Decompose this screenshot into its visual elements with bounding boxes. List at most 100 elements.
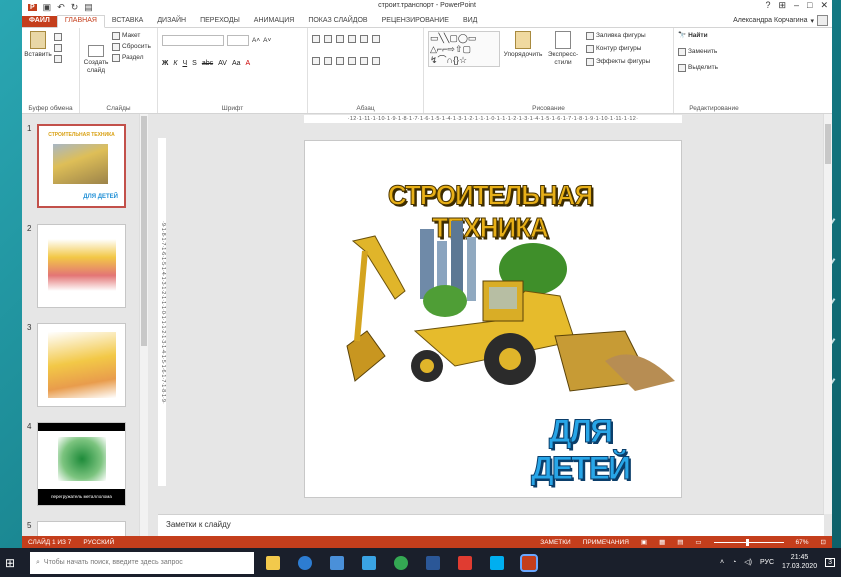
text-direction-icon[interactable] [372,35,380,43]
shape-fill-button[interactable]: Заливка фигуры [586,31,650,41]
maximize-button[interactable]: □ [807,0,812,11]
store-icon[interactable] [330,555,344,570]
clock[interactable]: 21:45 17.03.2020 [782,553,817,571]
slide-thumbnail[interactable]: СТРОИТЕЛЬНАЯ ТЕХНИКА ДЛЯ ДЕТЕЙ [37,124,126,208]
change-case-button[interactable]: Aa [232,60,241,67]
copy-icon[interactable] [54,44,62,52]
new-slide-button[interactable]: Создать слайд [84,45,108,75]
zoom-slider[interactable] [713,538,784,546]
zoom-level[interactable]: 67% [796,539,809,546]
reset-button[interactable]: Сбросить [112,42,151,52]
normal-view-icon[interactable]: ▣ [641,538,647,546]
notes-pane[interactable]: Заметки к слайду [158,514,824,536]
input-language[interactable]: РУС [760,559,774,566]
editor-scrollbar[interactable] [823,114,832,514]
numbering-icon[interactable] [324,35,332,43]
align-text-icon[interactable] [372,57,380,65]
arrange-button[interactable]: Упорядочить [504,31,542,67]
chrome-icon[interactable] [394,555,408,570]
tab-review[interactable]: РЕЦЕНЗИРОВАНИЕ [375,16,456,27]
scroll-thumb[interactable] [141,116,147,346]
font-size-select[interactable] [227,35,249,46]
current-slide[interactable]: СТРОИТЕЛЬНАЯ ТЕХНИКА ДЛЯ ДЕТЕЙ [304,140,682,498]
shape-effects-button[interactable]: Эффекты фигуры [586,57,650,67]
thumb-number: 1 [27,124,32,133]
shapes-gallery[interactable]: ▭╲╲▢◯▭ △⌐⌐⇨⇧▢ ↯⌒∩{}☆ [428,31,500,67]
tab-view[interactable]: ВИД [456,16,484,27]
close-button[interactable]: ✕ [820,0,828,11]
justify-icon[interactable] [348,57,356,65]
section-button[interactable]: Раздел [112,53,151,63]
increase-indent-icon[interactable] [348,35,356,43]
notes-toggle[interactable]: ЗАМЕТКИ [540,539,570,546]
paste-button[interactable]: Вставить [24,31,52,63]
tab-file[interactable]: ФАЙЛ [22,16,57,27]
format-painter-icon[interactable] [54,55,62,63]
app-icon[interactable] [362,555,376,570]
word-icon[interactable] [426,555,440,570]
shadow-button[interactable]: S [192,60,197,67]
volume-icon[interactable]: ◁) [744,558,752,566]
reading-view-icon[interactable]: ▤ [677,538,683,546]
cut-icon[interactable] [54,33,62,41]
scroll-thumb[interactable] [825,124,831,164]
slide-thumbnail[interactable] [37,224,126,308]
edge-icon[interactable] [298,555,312,570]
skype-icon[interactable] [490,555,504,570]
comments-toggle[interactable]: ПРИМЕЧАНИЯ [583,539,629,546]
select-button[interactable]: Выделить [678,63,750,73]
help-icon[interactable]: ? [765,0,770,11]
ribbon-display-icon[interactable]: ⊞ [778,0,786,11]
tab-design[interactable]: ДИЗАЙН [150,16,193,27]
bullets-icon[interactable] [312,35,320,43]
slide-thumbnail[interactable] [37,521,126,536]
align-right-icon[interactable] [336,57,344,65]
slide-sorter-icon[interactable]: ▦ [659,538,665,546]
language-indicator[interactable]: РУССКИЙ [83,539,114,546]
slide-thumbnail[interactable] [37,323,126,407]
file-explorer-icon[interactable] [266,555,280,570]
find-button[interactable]: 🔭 Найти [678,31,750,41]
grow-font-button[interactable]: A˄ [252,36,260,46]
quick-styles-button[interactable]: Экспресс-стили [546,31,580,67]
tab-insert[interactable]: ВСТАВКА [105,16,150,27]
user-account[interactable]: Александра Корчагина ▾ [733,15,828,26]
fit-slide-icon[interactable]: ⊡ [821,538,826,546]
minimize-button[interactable]: – [794,0,799,11]
yandex-icon[interactable] [458,555,472,570]
tab-slideshow[interactable]: ПОКАЗ СЛАЙДОВ [301,16,374,27]
italic-button[interactable]: К [173,60,177,67]
decrease-indent-icon[interactable] [336,35,344,43]
slide-thumbnail[interactable]: перегружатель металлолома [37,422,126,506]
line-spacing-icon[interactable] [360,35,368,43]
tray-arrow-icon[interactable]: ˄ [720,559,724,566]
columns-icon[interactable] [360,57,368,65]
powerpoint-window: P ▣ ↶ ↻ ▤ строит.транспорт - PowerPoint … [22,0,832,548]
bold-button[interactable]: Ж [162,60,168,67]
font-family-select[interactable] [162,35,224,46]
replace-button[interactable]: Заменить [678,47,750,57]
slide-subtitle[interactable]: ДЛЯ ДЕТЕЙ [505,413,655,487]
shrink-font-button[interactable]: A˅ [263,36,271,46]
powerpoint-taskbar-icon[interactable] [520,553,538,572]
group-drawing: ▭╲╲▢◯▭ △⌐⌐⇨⇧▢ ↯⌒∩{}☆ Упорядочить Экспресс-… [424,28,674,113]
workspace: 1 СТРОИТЕЛЬНАЯ ТЕХНИКА ДЛЯ ДЕТЕЙ 2 3 4 п… [22,114,832,536]
thumbs-scrollbar[interactable] [139,114,148,536]
layout-button[interactable]: Макет [112,31,151,41]
align-left-icon[interactable] [312,57,320,65]
tab-home[interactable]: ГЛАВНАЯ [56,15,105,28]
underline-button[interactable]: Ч [182,60,187,67]
taskbar-search[interactable]: ⌕ Чтобы начать поиск, введите здесь запр… [30,551,254,574]
font-color-button[interactable]: A [246,60,251,67]
align-center-icon[interactable] [324,57,332,65]
tab-animations[interactable]: АНИМАЦИЯ [247,16,302,27]
shape-outline-button[interactable]: Контур фигуры [586,44,650,54]
char-spacing-button[interactable]: AV [218,60,227,67]
strikethrough-button[interactable]: abc [202,60,213,67]
slideshow-icon[interactable]: ▭ [695,538,701,546]
notifications-icon[interactable]: 3 [825,557,835,567]
network-icon[interactable]: ◔ [732,559,736,566]
windows-start-icon[interactable]: ⊞ [0,548,20,577]
slide-thumbnails-pane[interactable]: 1 СТРОИТЕЛЬНАЯ ТЕХНИКА ДЛЯ ДЕТЕЙ 2 3 4 п… [22,114,148,536]
tab-transitions[interactable]: ПЕРЕХОДЫ [193,16,247,27]
